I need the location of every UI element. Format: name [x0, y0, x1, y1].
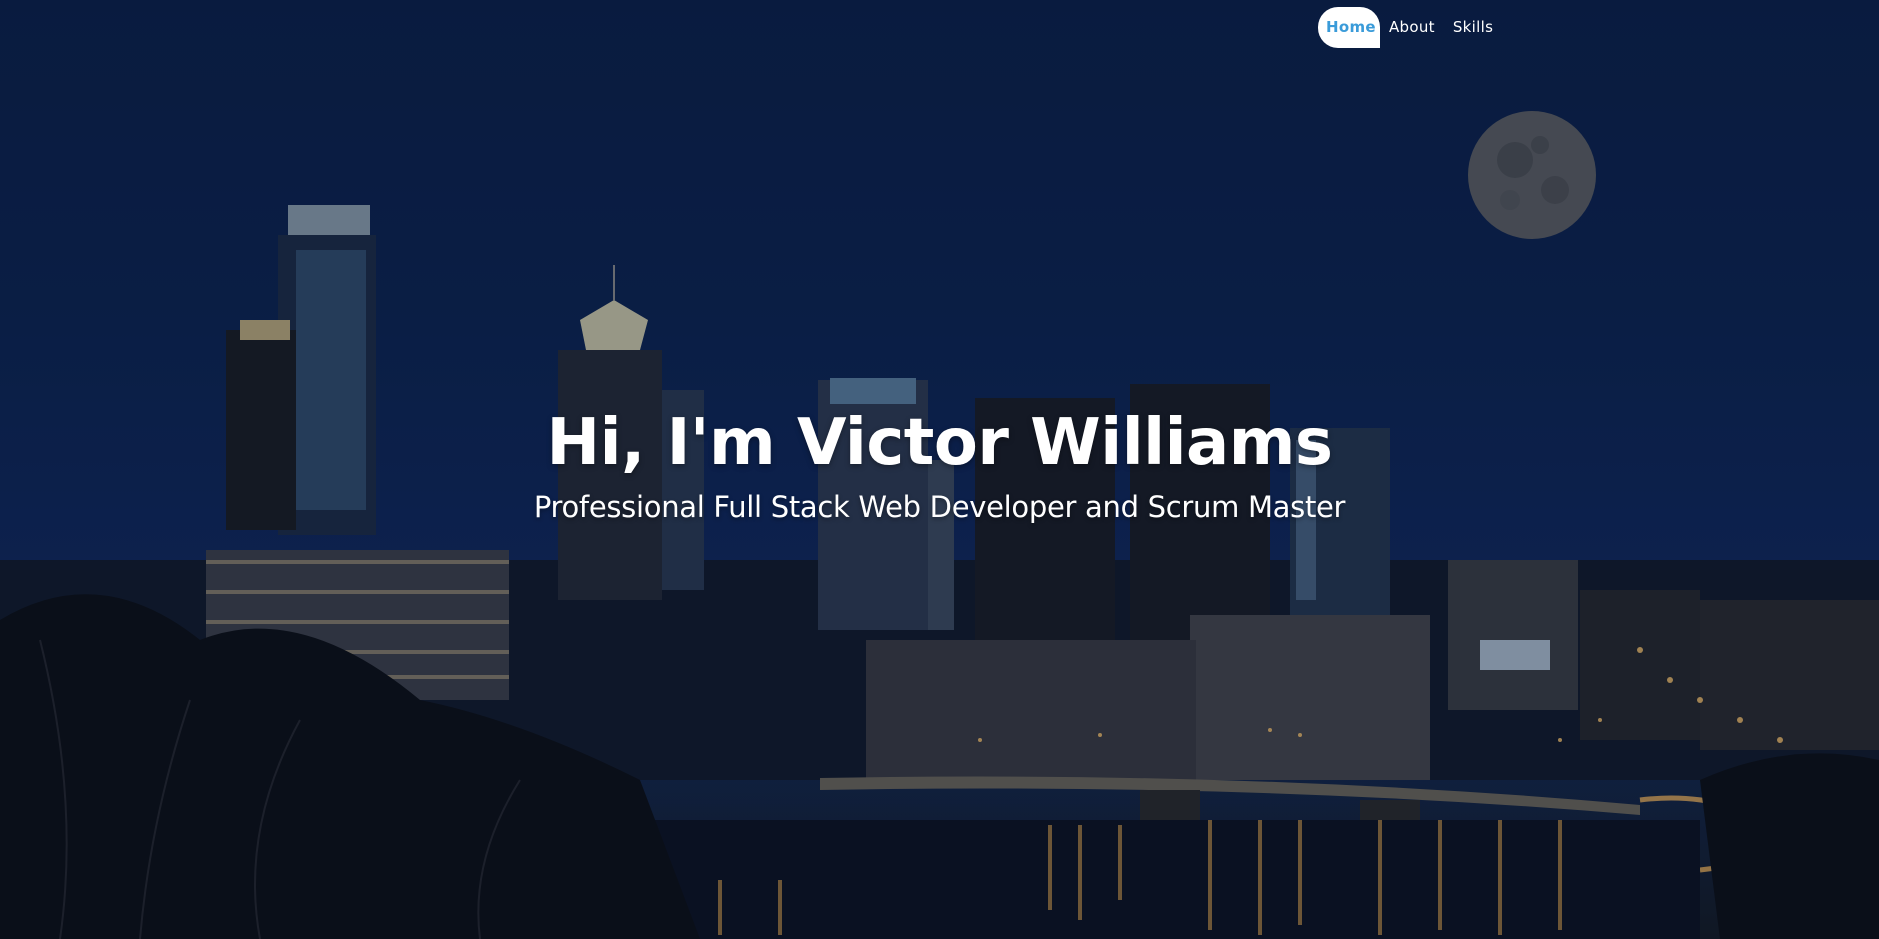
hero-subtitle: Professional Full Stack Web Developer an… — [533, 490, 1346, 524]
nav-skills-link[interactable]: Skills — [1444, 7, 1502, 48]
nav-home-link[interactable]: Home — [1318, 7, 1380, 48]
main-nav: Home About Skills — [1318, 7, 1502, 48]
skyscraper-left — [226, 205, 376, 535]
moon-image — [1468, 111, 1596, 239]
nav-about-link[interactable]: About — [1380, 7, 1444, 48]
hero-section: Home About Skills Hi, I'm Victor William… — [0, 0, 1879, 939]
hero-title: Hi, I'm Victor Williams — [546, 406, 1333, 480]
